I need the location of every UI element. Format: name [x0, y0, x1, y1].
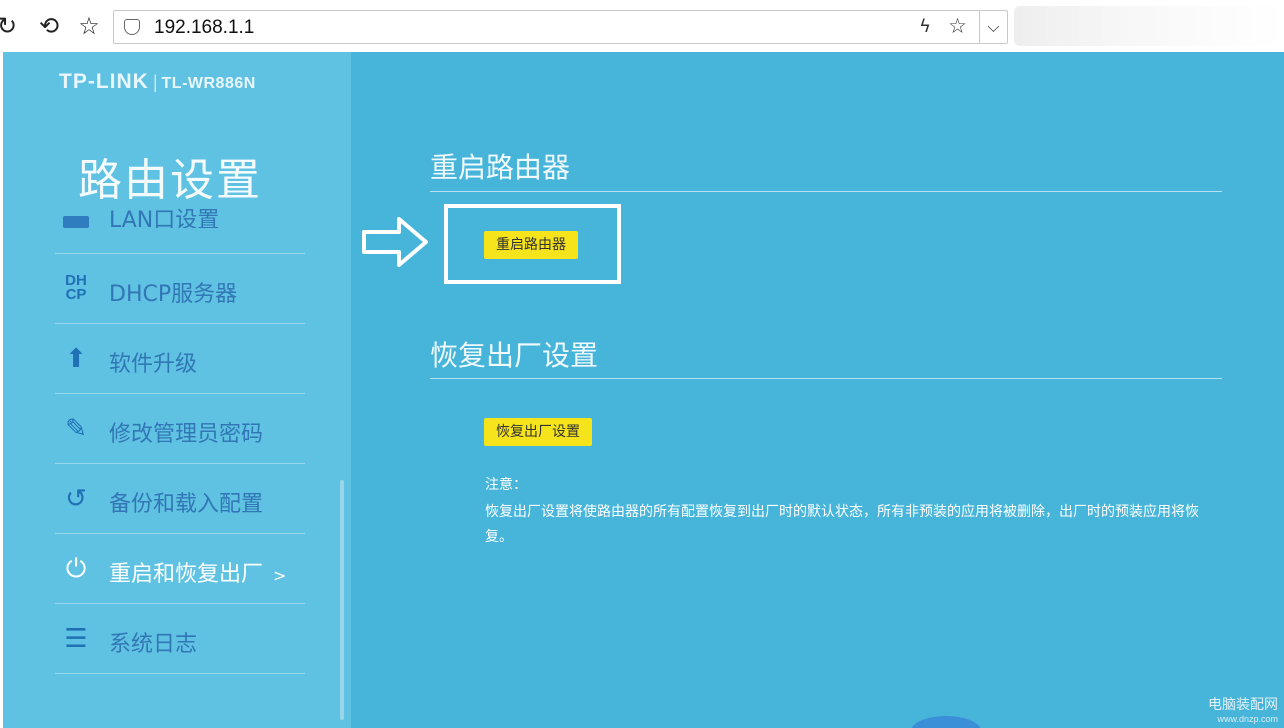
sidebar-scrollbar[interactable] — [340, 480, 344, 720]
bookmark-star-icon[interactable]: ☆ — [948, 14, 967, 38]
sidebar-item-upgrade[interactable]: ⬆ 软件升级 — [55, 324, 305, 394]
sidebar-item-label: 重启和恢复出厂 > — [109, 556, 286, 588]
reboot-section-title: 重启路由器 — [430, 151, 571, 184]
chevron-right-icon: > — [273, 566, 287, 585]
address-bar[interactable]: 192.168.1.1 ϟ ☆ ⌵ — [113, 10, 1008, 44]
history-icon: ↺ — [65, 484, 87, 514]
sidebar-item-backup[interactable]: ↺ 备份和载入配置 — [55, 464, 305, 534]
sidebar-item-syslog[interactable]: ☰ 系统日志 — [55, 604, 305, 674]
sidebar-item-label: 修改管理员密码 — [109, 422, 264, 447]
sidebar-item-label-text: 重启和恢复出厂 — [109, 562, 264, 587]
reload-icon[interactable]: ↻ — [0, 11, 20, 41]
brand-model: TL-WR886N — [161, 75, 256, 92]
sidebar-item-label: DHCP服务器 — [109, 282, 238, 307]
browser-toolbar: ↻ ⟲ ☆ 192.168.1.1 ϟ ☆ ⌵ — [0, 0, 1284, 52]
chevron-down-icon[interactable]: ⌵ — [979, 10, 1007, 44]
sidebar-item-label: LAN口设置 — [109, 208, 220, 228]
sidebar: TP-LINK | TL-WR886N 路由设置 LAN口设置 DH CP DHCP服… — [3, 52, 351, 728]
note-title: 注意： — [485, 477, 527, 493]
note-text: 恢复出厂设置将使路由器的所有配置恢复到出厂时的默认状态，所有非预装的应用将被删除… — [485, 504, 1199, 545]
list-icon: ☰ — [64, 624, 88, 654]
pencil-icon: ✎ — [65, 414, 87, 444]
sidebar-item-lan[interactable]: LAN口设置 — [55, 202, 305, 254]
factory-reset-section-title: 恢复出厂设置 — [430, 339, 599, 372]
page: ↻ ⟲ ☆ 192.168.1.1 ϟ ☆ ⌵ TP-LINK | TL-WR886… — [0, 0, 1284, 728]
dhcp-icon: DH CP — [65, 272, 87, 303]
sidebar-item-password[interactable]: ✎ 修改管理员密码 — [55, 394, 305, 464]
watermark: 电脑装配网 www.dnzp.com — [1208, 694, 1278, 724]
brand: TP-LINK | TL-WR886N — [59, 70, 256, 94]
divider — [430, 378, 1222, 379]
watermark-title: 电脑装配网 — [1208, 697, 1278, 713]
sidebar-item-reboot-reset[interactable]: ⏻ 重启和恢复出厂 > — [55, 534, 305, 604]
address-url[interactable]: 192.168.1.1 — [154, 17, 254, 39]
upload-icon: ⬆ — [65, 344, 87, 374]
reboot-button[interactable]: 重启路由器 — [484, 231, 578, 259]
favorite-star-icon[interactable]: ☆ — [76, 11, 102, 41]
sidebar-item-dhcp[interactable]: DH CP DHCP服务器 — [55, 254, 305, 324]
lightning-icon[interactable]: ϟ — [919, 16, 931, 37]
sidebar-nav: LAN口设置 DH CP DHCP服务器 ⬆ 软件升级 ✎ 修改管理员密码 ↺ 备… — [55, 202, 305, 674]
divider — [430, 191, 1222, 192]
partial-graphic — [911, 716, 981, 728]
factory-reset-button[interactable]: 恢复出厂设置 — [484, 418, 592, 446]
power-icon: ⏻ — [65, 554, 87, 584]
arrow-right-icon — [362, 217, 428, 267]
brand-logo: TP-LINK — [59, 70, 149, 93]
brand-separator: | — [152, 72, 158, 92]
blurred-toolbar-area — [1014, 6, 1284, 46]
sidebar-title: 路由设置 — [78, 155, 262, 206]
back-icon[interactable]: ⟲ — [36, 11, 62, 41]
shield-icon — [124, 19, 140, 35]
main-content: 重启路由器 重启路由器 恢复出厂设置 恢复出厂设置 注意： 恢复出厂设置将使路由… — [351, 52, 1284, 728]
sidebar-item-label: 系统日志 — [109, 632, 198, 657]
lan-icon — [59, 210, 93, 244]
watermark-url: www.dnzp.com — [1217, 714, 1278, 724]
sidebar-item-label: 备份和载入配置 — [109, 492, 264, 517]
sidebar-item-label: 软件升级 — [109, 352, 198, 377]
